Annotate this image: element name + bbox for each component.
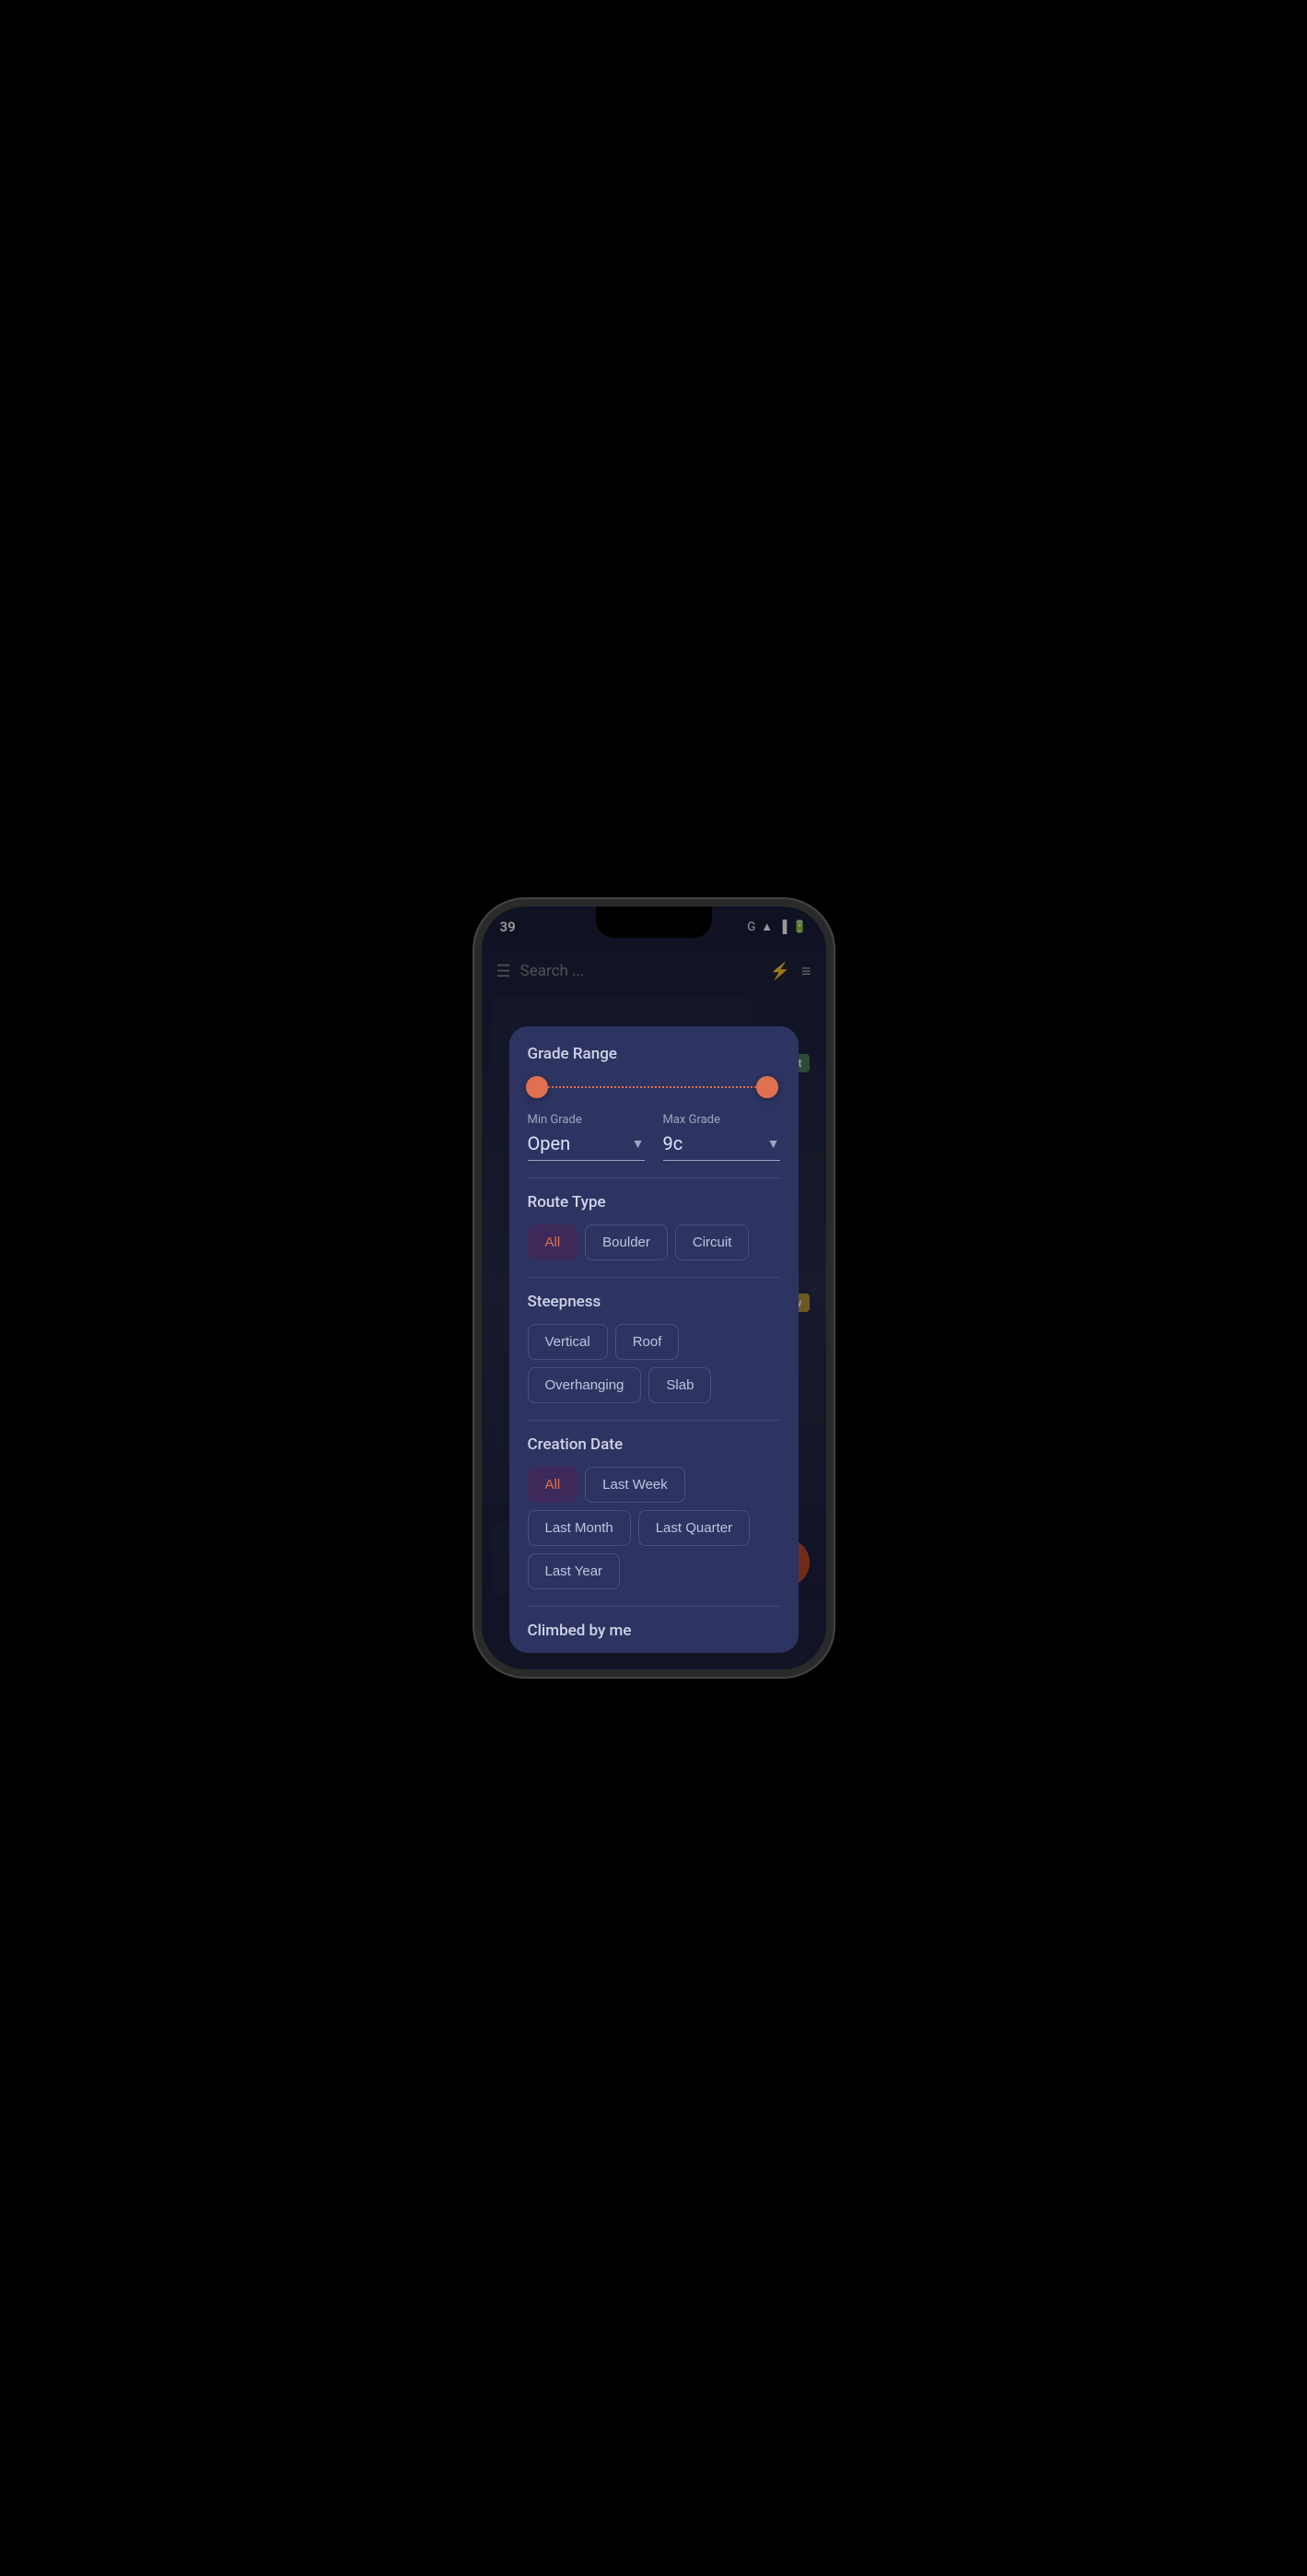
route-type-all[interactable]: All: [528, 1224, 578, 1260]
route-type-circuit[interactable]: Circuit: [675, 1224, 750, 1260]
grade-range-label: Grade Range: [528, 1045, 780, 1063]
max-grade-select[interactable]: 9c ▼: [663, 1132, 780, 1161]
steepness-buttons: Vertical Roof Overhanging Slab: [528, 1324, 780, 1403]
steepness-roof[interactable]: Roof: [615, 1324, 680, 1360]
divider-2: [528, 1277, 780, 1278]
grade-range-section: Grade Range Min Grade Open ▼: [528, 1045, 780, 1161]
min-grade-arrow: ▼: [632, 1136, 645, 1152]
max-grade-arrow: ▼: [767, 1136, 780, 1152]
creation-date-last-quarter[interactable]: Last Quarter: [638, 1510, 750, 1546]
creation-date-section: Creation Date All Last Week Last Month L…: [528, 1435, 780, 1589]
min-grade-label: Min Grade: [528, 1113, 645, 1127]
divider-1: [528, 1177, 780, 1178]
route-type-section: Route Type All Boulder Circuit: [528, 1193, 780, 1260]
max-grade-group: Max Grade 9c ▼: [663, 1113, 780, 1161]
grade-selects: Min Grade Open ▼ Max Grade 9c ▼: [528, 1113, 780, 1161]
min-grade-value: Open: [528, 1132, 571, 1154]
creation-date-all[interactable]: All: [528, 1467, 578, 1503]
slider-thumb-min[interactable]: [526, 1076, 548, 1098]
steepness-section: Steepness Vertical Roof Overhanging Slab: [528, 1293, 780, 1403]
slider-track: [537, 1086, 771, 1088]
route-type-buttons: All Boulder Circuit: [528, 1224, 780, 1260]
divider-3: [528, 1420, 780, 1421]
divider-4: [528, 1606, 780, 1607]
phone-screen: 39 G ▲ ▐ 🔋 ☰ Search ... ⚡ ≡ Sent New ⋮ ⋮…: [482, 907, 826, 1669]
route-type-boulder[interactable]: Boulder: [585, 1224, 668, 1260]
min-grade-select[interactable]: Open ▼: [528, 1132, 645, 1161]
max-grade-value: 9c: [663, 1132, 683, 1154]
slider-thumb-max[interactable]: [756, 1076, 778, 1098]
climbed-by-me-label: Climbed by me: [528, 1622, 780, 1640]
steepness-label: Steepness: [528, 1293, 780, 1311]
grade-slider[interactable]: [528, 1076, 780, 1098]
creation-date-buttons: All Last Week Last Month Last Quarter La…: [528, 1467, 780, 1589]
steepness-overhanging[interactable]: Overhanging: [528, 1367, 642, 1403]
filter-modal: Grade Range Min Grade Open ▼: [509, 1026, 799, 1653]
climbed-by-me-section: Climbed by me All Sent Not sent: [528, 1622, 780, 1653]
creation-date-last-week[interactable]: Last Week: [585, 1467, 685, 1503]
phone-frame: 39 G ▲ ▐ 🔋 ☰ Search ... ⚡ ≡ Sent New ⋮ ⋮…: [474, 899, 834, 1677]
creation-date-last-year[interactable]: Last Year: [528, 1553, 621, 1589]
creation-date-label: Creation Date: [528, 1435, 780, 1454]
steepness-vertical[interactable]: Vertical: [528, 1324, 608, 1360]
steepness-slab[interactable]: Slab: [648, 1367, 711, 1403]
min-grade-group: Min Grade Open ▼: [528, 1113, 645, 1161]
route-type-label: Route Type: [528, 1193, 780, 1212]
max-grade-label: Max Grade: [663, 1113, 780, 1127]
creation-date-last-month[interactable]: Last Month: [528, 1510, 631, 1546]
